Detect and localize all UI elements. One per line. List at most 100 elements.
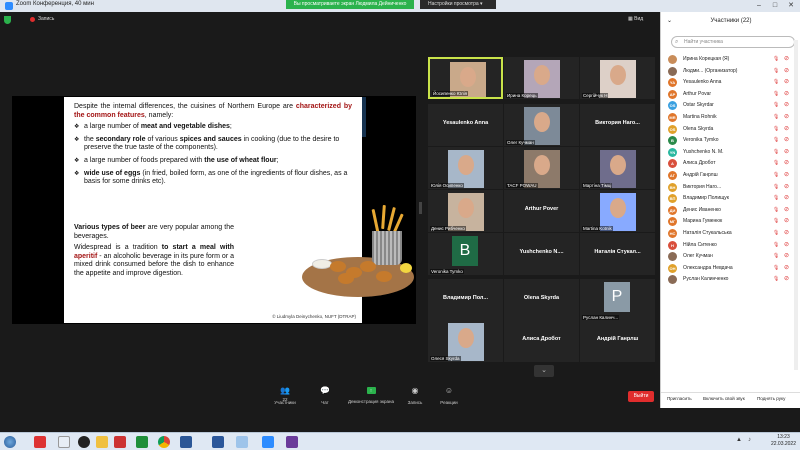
chat-icon: 💬 [320,386,330,395]
unmute-button[interactable]: Включить свой звук [703,396,745,401]
view-options-button[interactable]: Настройки просмотра ▾ [420,0,496,9]
video-tile[interactable]: Владимир Пол... [428,279,503,321]
participant-row[interactable]: B Veronika Tymko 🎙 ⊘ [661,135,800,147]
security-shield-icon[interactable] [4,16,11,24]
video-tile[interactable]: Yushchenko N.... [504,233,579,275]
participant-row[interactable]: НС Наталія Стукальська 🎙 ⊘ [661,228,800,240]
word-icon[interactable] [212,436,224,448]
video-tile[interactable]: Сергійчук Н [580,57,655,99]
video-tile[interactable]: Yesaulenko Anna [428,104,503,146]
participant-avatar: MR [668,112,677,122]
participant-row[interactable]: YN Yushchenko N. M. 🎙 ⊘ [661,147,800,159]
participant-row[interactable]: Людми... (Организатор) 🎙 ⊘ [661,66,800,78]
bullet-bold: meat and vegetable dishes [140,123,230,131]
participant-name: Olena Skyrda [683,125,714,132]
invite-button[interactable]: Пригласить [667,396,692,401]
close-button[interactable]: ✕ [784,0,798,11]
participant-row[interactable]: Н Нійла Ситенко 🎙 ⊘ [661,240,800,252]
participant-row[interactable]: ВП Владимир Полищук 🎙 ⊘ [661,193,800,205]
participant-row[interactable]: ВН Виктория Наго... 🎙 ⊘ [661,182,800,194]
participant-row[interactable]: Олег Кучман 🎙 ⊘ [661,251,800,263]
app-purple-icon[interactable] [286,436,298,448]
participant-row[interactable]: A Алиса Дробот 🎙 ⊘ [661,158,800,170]
participant-face [460,67,476,87]
participant-row[interactable]: OS Ostar Skyrdar 🎙 ⊘ [661,100,800,112]
participant-row[interactable]: AP Arthur Povar 🎙 ⊘ [661,89,800,101]
share-screen-icon: ↑ [366,387,376,394]
chrome-icon[interactable] [158,436,170,448]
fried-shrimp [338,273,354,284]
participant-name: Олександра Невдача [683,264,733,271]
avatar: B [452,236,478,266]
zoom-taskbar-icon[interactable] [262,436,274,448]
onedrive-icon[interactable] [236,436,248,448]
video-tile[interactable]: TACF POWAU [504,147,579,189]
participant-name: Ирина Корецкая (Я) [683,56,730,62]
participant-row[interactable]: Ирина Корецкая (Я) 🎙 ⊘ [661,54,800,66]
participant-row[interactable]: АГ Андрій Ганрлш 🎙 ⊘ [661,170,800,182]
opera-icon[interactable] [34,436,46,448]
explorer-icon[interactable] [58,436,70,448]
leave-button[interactable]: Выйти [628,391,654,402]
participant-row[interactable]: MR Martina Rohnik 🎙 ⊘ [661,112,800,124]
minimize-button[interactable]: – [752,0,766,11]
video-tile[interactable]: B Veronika Tymko [428,233,503,275]
tile-name-label: Олег Кучман [506,140,535,145]
lemon-wedge [400,263,412,273]
video-tile[interactable]: Денис Рибченко [428,190,503,232]
window-title: Zoom Конференция, 40 мин [16,1,94,7]
participant-row[interactable]: YA Yesaulenko Anna 🎙 ⊘ [661,77,800,89]
participant-row[interactable]: МГ Марина Гуменюк 🎙 ⊘ [661,216,800,228]
view-button[interactable]: ▦ Вид [628,16,643,22]
participant-row[interactable]: ОН Олександра Невдача 🎙 ⊘ [661,263,800,275]
raise-hand-button[interactable]: Поднять руку [757,396,785,401]
start-button-icon[interactable] [4,436,16,448]
participant-row[interactable]: Руслан Калинченко 🎙 ⊘ [661,274,800,286]
viber-icon[interactable] [180,436,192,448]
folder-icon[interactable] [96,436,108,448]
participant-row[interactable]: ДИ Денис Иваненко 🎙 ⊘ [661,205,800,217]
recording-label: Запись [38,16,55,22]
panel-scrollbar[interactable] [794,40,798,370]
next-page-chevron-icon[interactable]: ⌄ [534,365,554,377]
video-tile[interactable]: Olena Skyrda [504,279,579,321]
collapse-chevron-icon[interactable]: ⌄ [667,12,672,30]
bullet-tail: ; [276,156,279,164]
video-tile[interactable]: Юлія Осипенко [428,147,503,189]
muted-mic-icon: 🎙 [773,148,780,155]
maximize-button[interactable]: □ [768,0,782,11]
participant-row[interactable]: OS Olena Skyrda 🎙 ⊘ [661,124,800,136]
video-tile[interactable]: Мартіна Тімці [580,147,655,189]
video-tile[interactable]: Йосипенко Юлія [428,57,503,99]
video-tile[interactable]: Олег Кучман [504,104,579,146]
participant-avatar: НС [668,228,677,238]
reactions-button[interactable]: ☺ Реакции [424,387,474,406]
app-green-icon[interactable] [136,436,148,448]
participant-face [610,198,626,218]
volume-icon[interactable]: ♪ [748,437,751,443]
participant-search-input[interactable]: ⌕ Найти участника [671,36,795,48]
video-tile[interactable]: Arthur Pover [504,190,579,232]
participant-face [458,155,474,175]
video-tile[interactable]: Олеся Skyrda [428,320,503,362]
participant-name: Yushchenko N. M. [683,148,724,155]
muted-mic-icon: 🎙 [773,206,780,213]
camera-off-icon: ⊘ [784,113,790,120]
video-tile[interactable]: Андрій Ганрлш [580,320,655,362]
media-player-icon[interactable] [78,436,90,448]
video-tile[interactable]: Ирина Корець [504,57,579,99]
video-tile[interactable]: Виктория Наго... [580,104,655,146]
video-tile[interactable]: Алиса Дробот [504,320,579,362]
participant-avatar: ВП [668,194,677,204]
split-view-handle[interactable] [419,202,422,214]
tile-name-label: Сергійчук Н [582,93,609,98]
participant-face [534,65,550,85]
video-tile[interactable]: P Руслан Калинч... [580,279,655,321]
video-tile[interactable]: Наталія Стукал... [580,233,655,275]
meeting-top-strip: Запись ▦ Вид [0,12,660,28]
video-tile[interactable]: Martina Kotnik [580,190,655,232]
participant-name: Yesaulenko Anna [683,79,722,86]
network-icon[interactable]: ▲ [736,437,742,443]
system-clock[interactable]: 13:23 22.03.2022 [771,434,796,448]
acrobat-icon[interactable] [114,436,126,448]
